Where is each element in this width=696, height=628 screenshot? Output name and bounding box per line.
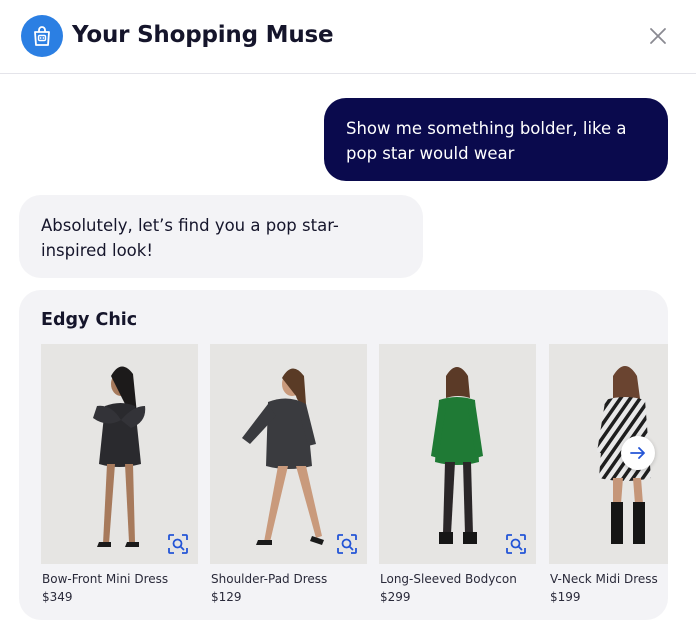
product-name[interactable]: V-Neck Midi Dress xyxy=(550,572,658,586)
user-message-bubble: Show me something bolder, like a pop sta… xyxy=(324,98,668,181)
shopping-bag-robot-icon xyxy=(21,15,63,57)
visual-search-icon xyxy=(168,534,188,554)
product-name[interactable]: Long-Sleeved Bodycon xyxy=(380,572,517,586)
product-price: $129 xyxy=(211,590,242,604)
close-button[interactable] xyxy=(644,22,672,50)
recommendation-title: Edgy Chic xyxy=(41,310,138,330)
carousel-next-button[interactable] xyxy=(621,436,655,470)
visual-search-button[interactable] xyxy=(166,532,190,556)
product-price: $199 xyxy=(550,590,581,604)
visual-search-button[interactable] xyxy=(504,532,528,556)
bot-message-text: Absolutely, let’s find you a pop star-in… xyxy=(41,216,339,260)
bot-message-bubble: Absolutely, let’s find you a pop star-in… xyxy=(19,195,423,278)
product-name[interactable]: Bow-Front Mini Dress xyxy=(42,572,168,586)
visual-search-icon xyxy=(337,534,357,554)
product-image[interactable] xyxy=(210,344,367,564)
product-card[interactable]: Bow-Front Mini Dress $349 xyxy=(41,344,198,614)
visual-search-icon xyxy=(506,534,526,554)
recommendation-card: Edgy Chic Bow-Front Mini Dress $349 Shou… xyxy=(19,290,668,620)
product-image[interactable] xyxy=(41,344,198,564)
close-icon xyxy=(650,28,666,44)
product-price: $299 xyxy=(380,590,411,604)
product-image[interactable] xyxy=(379,344,536,564)
arrow-right-icon xyxy=(630,447,645,459)
product-card[interactable]: Long-Sleeved Bodycon $299 xyxy=(379,344,536,614)
product-name[interactable]: Shoulder-Pad Dress xyxy=(211,572,327,586)
product-price: $349 xyxy=(42,590,73,604)
product-card[interactable]: V-Neck Midi Dress $199 xyxy=(549,344,668,614)
product-card[interactable]: Shoulder-Pad Dress $129 xyxy=(210,344,367,614)
visual-search-button[interactable] xyxy=(335,532,359,556)
user-message-text: Show me something bolder, like a pop sta… xyxy=(346,119,627,163)
app-title: Your Shopping Muse xyxy=(72,22,334,48)
chat-header: Your Shopping Muse xyxy=(0,0,696,74)
